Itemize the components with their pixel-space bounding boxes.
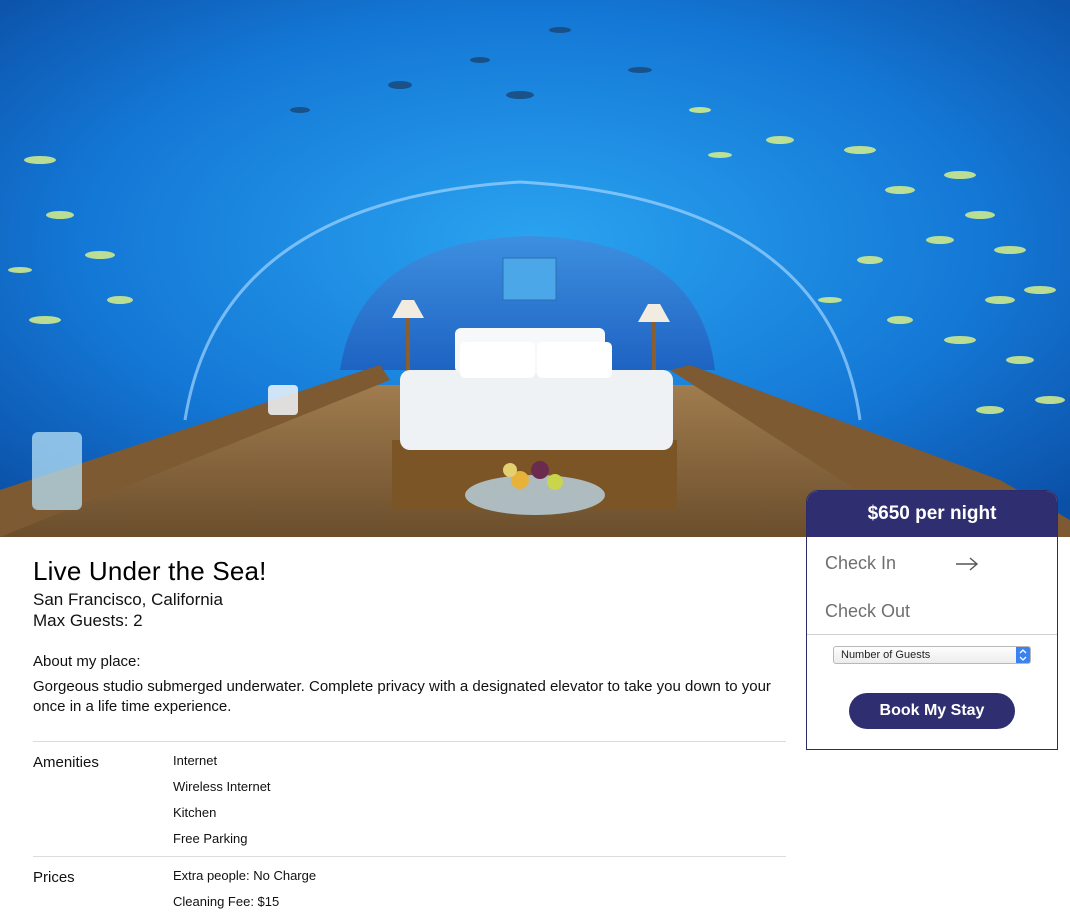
guests-select[interactable]: Number of Guests	[833, 646, 1031, 664]
nightly-price: $650 per night	[807, 491, 1057, 537]
amenity-item: Kitchen	[173, 805, 217, 820]
hero-image	[0, 0, 1070, 537]
listing-location: San Francisco, California	[33, 590, 223, 609]
max-guests: Max Guests: 2	[33, 611, 143, 630]
prices-label: Prices	[33, 869, 75, 886]
price-item: Extra people: No Charge	[173, 868, 317, 883]
about-text: Gorgeous studio submerged underwater. Co…	[33, 678, 771, 715]
price-item: Cleaning Fee: $15	[173, 894, 280, 909]
arrow-right-icon[interactable]	[955, 557, 979, 571]
card-divider	[807, 634, 1057, 635]
prices-list: Extra people: No Charge Cleaning Fee: $1…	[173, 868, 316, 920]
select-updown-icon	[1016, 647, 1030, 663]
guests-select-value: Number of Guests	[841, 649, 931, 661]
book-my-stay-button[interactable]: Book My Stay	[849, 693, 1015, 729]
amenity-item: Internet	[173, 753, 218, 768]
amenities-label: Amenities	[33, 754, 99, 771]
about-label: About my place:	[33, 653, 141, 670]
check-out-field[interactable]: Check Out	[825, 601, 910, 622]
booking-card: $650 per night Check In Check Out Number…	[806, 490, 1058, 750]
section-divider	[33, 856, 786, 857]
check-in-field[interactable]: Check In	[825, 553, 896, 574]
underwater-room-illustration	[0, 0, 1070, 537]
amenity-item: Free Parking	[173, 831, 248, 846]
listing-title: Live Under the Sea!	[33, 556, 267, 586]
amenity-item: Wireless Internet	[173, 779, 271, 794]
amenities-list: Internet Wireless Internet Kitchen Free …	[173, 753, 271, 857]
section-divider	[33, 741, 786, 742]
